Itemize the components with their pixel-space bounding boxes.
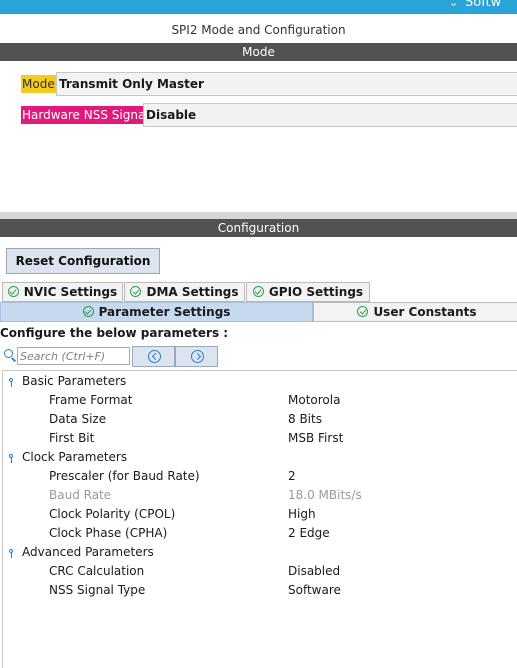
tab-label: User Constants <box>373 305 477 319</box>
tab-dma-settings[interactable]: DMA Settings <box>124 282 245 302</box>
param-value[interactable]: 2 <box>288 467 296 486</box>
param-value[interactable]: 2 Edge <box>288 524 330 543</box>
search-icon <box>4 349 13 358</box>
check-circle-icon <box>7 286 19 297</box>
search-next-button[interactable] <box>175 346 218 367</box>
group-label: Advanced Parameters <box>22 545 154 559</box>
param-name: Prescaler (for Baud Rate) <box>49 469 200 483</box>
param-name: NSS Signal Type <box>49 583 146 597</box>
check-circle-icon <box>82 306 94 317</box>
param-name: Frame Format <box>49 393 133 407</box>
panel-title: SPI2 Mode and Configuration <box>171 23 346 37</box>
configuration-section-header: Configuration <box>0 219 517 237</box>
tab-label: Parameter Settings <box>98 305 231 319</box>
software-packs-label: Softw <box>465 0 502 10</box>
collapse-pin-icon[interactable] <box>9 454 13 463</box>
param-row[interactable]: Prescaler (for Baud Rate) 2 <box>3 467 513 486</box>
mode-section-header: Mode <box>0 43 517 61</box>
param-row[interactable]: Frame Format Motorola <box>3 391 513 410</box>
group-label: Basic Parameters <box>22 374 127 388</box>
tab-label: NVIC Settings <box>23 285 118 299</box>
chevron-right-circle-icon <box>191 350 204 363</box>
tab-gpio-settings[interactable]: GPIO Settings <box>246 282 370 302</box>
param-value[interactable]: Disabled <box>288 562 340 581</box>
chevron-down-icon: ⌄ <box>449 0 459 9</box>
software-packs-menu[interactable]: ⌄ Softw <box>449 0 501 10</box>
param-value[interactable]: MSB First <box>288 429 343 448</box>
tab-parameter-settings[interactable]: Parameter Settings <box>0 302 313 322</box>
param-value[interactable]: 8 Bits <box>288 410 322 429</box>
param-name: Clock Phase (CPHA) <box>49 526 168 540</box>
param-value: 18.0 MBits/s <box>288 488 362 502</box>
param-row[interactable]: CRC Calculation Disabled <box>3 562 513 581</box>
hardware-nss-signal-label: Hardware NSS Signal <box>21 106 150 124</box>
tab-label: DMA Settings <box>146 285 239 299</box>
param-value[interactable]: Software <box>288 581 341 600</box>
collapse-pin-icon[interactable] <box>9 549 13 558</box>
parameter-tree: Basic Parameters Frame Format Motorola Da… <box>2 370 517 668</box>
mode-label: Mode <box>21 75 56 93</box>
tab-label: GPIO Settings <box>268 285 364 299</box>
reset-configuration-button[interactable]: Reset Configuration <box>6 248 160 274</box>
param-row[interactable]: NSS Signal Type Software <box>3 581 513 600</box>
check-circle-icon <box>357 306 369 317</box>
configure-parameters-label: Configure the below parameters : <box>0 326 229 340</box>
param-name: Data Size <box>49 412 107 426</box>
param-name: CRC Calculation <box>49 564 145 578</box>
collapse-pin-icon[interactable] <box>9 378 13 387</box>
param-name: Baud Rate <box>49 488 112 502</box>
top-bar: ⌄ Softw <box>0 0 517 14</box>
mode-select[interactable]: Transmit Only Master <box>56 72 517 96</box>
tab-user-constants[interactable]: User Constants <box>313 302 517 322</box>
param-row-disabled: Baud Rate 18.0 MBits/s <box>3 486 513 505</box>
tab-nvic-settings[interactable]: NVIC Settings <box>2 282 123 302</box>
check-circle-icon <box>252 286 264 297</box>
chevron-left-circle-icon <box>148 350 161 363</box>
check-circle-icon <box>130 286 142 297</box>
param-row[interactable]: Clock Polarity (CPOL) High <box>3 505 513 524</box>
param-value[interactable]: Motorola <box>288 391 340 410</box>
param-name: First Bit <box>49 431 95 445</box>
param-row[interactable]: Clock Phase (CPHA) 2 Edge <box>3 524 513 543</box>
param-row[interactable]: Data Size 8 Bits <box>3 410 513 429</box>
param-name: Clock Polarity (CPOL) <box>49 507 176 521</box>
param-value[interactable]: High <box>288 505 316 524</box>
section-divider <box>0 212 517 219</box>
hardware-nss-signal-select[interactable]: Disable <box>143 103 517 127</box>
search-previous-button[interactable] <box>132 346 175 367</box>
search-input[interactable] <box>17 347 130 365</box>
param-row[interactable]: First Bit MSB First <box>3 429 513 448</box>
group-label: Clock Parameters <box>22 450 128 464</box>
